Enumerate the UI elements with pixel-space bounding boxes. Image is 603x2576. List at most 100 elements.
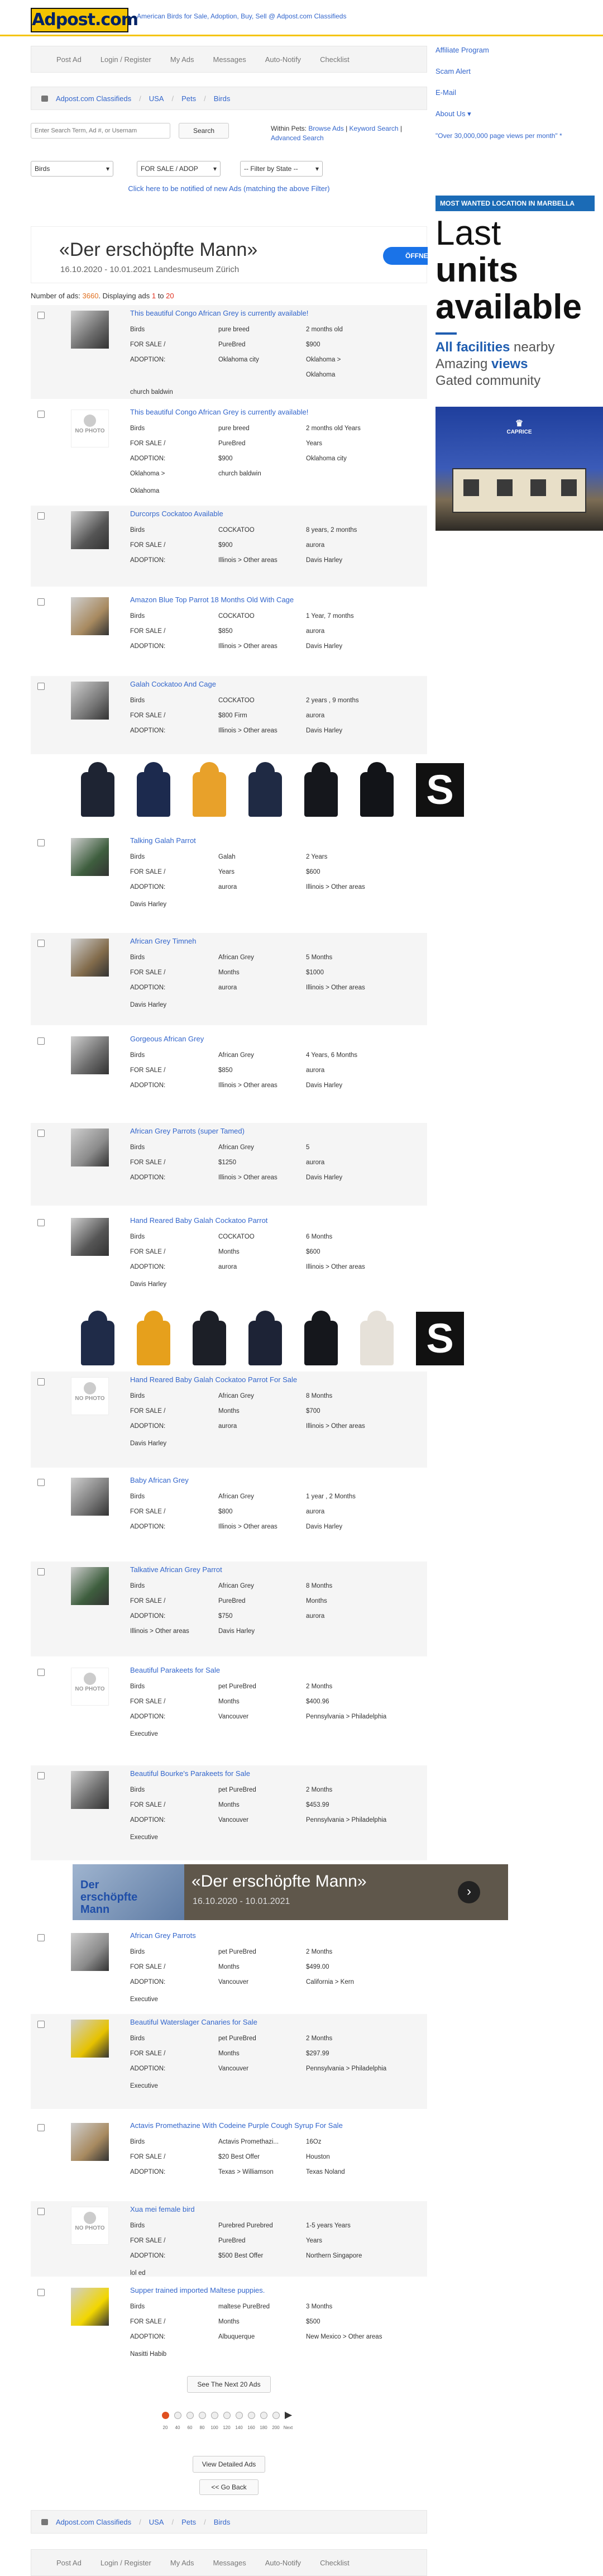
jacket-image[interactable] xyxy=(352,760,402,822)
type-select[interactable]: FOR SALE / ADOP ▾ xyxy=(137,161,221,177)
breadcrumb-pets[interactable]: Pets xyxy=(181,2518,196,2526)
page-dot[interactable] xyxy=(211,2412,218,2419)
nav-post-ad[interactable]: Post Ad xyxy=(56,2559,82,2567)
listing-checkbox[interactable] xyxy=(37,839,45,846)
listing-checkbox[interactable] xyxy=(37,1479,45,1486)
listing-checkbox[interactable] xyxy=(37,1219,45,1226)
nav-post-ad[interactable]: Post Ad xyxy=(56,55,82,64)
breadcrumb-usa[interactable]: USA xyxy=(149,2518,164,2526)
page-label[interactable]: 60 xyxy=(184,2425,195,2430)
listing-photo[interactable] xyxy=(71,2288,109,2326)
sidebar-about-us[interactable]: About Us ▾ xyxy=(436,109,586,118)
search-button[interactable]: Search xyxy=(179,123,229,139)
go-back-button[interactable]: << Go Back xyxy=(199,2479,259,2495)
listing-photo[interactable] xyxy=(71,2020,109,2058)
no-photo-icon[interactable]: NO PHOTO xyxy=(71,1377,109,1415)
browse-ads-link[interactable]: Browse Ads xyxy=(308,125,343,132)
listing-photo[interactable] xyxy=(71,1771,109,1809)
advanced-search-link[interactable]: Advanced Search xyxy=(271,134,324,142)
page-dot[interactable] xyxy=(248,2412,255,2419)
nav-login-register[interactable]: Login / Register xyxy=(100,55,151,64)
jacket-image[interactable] xyxy=(240,760,290,822)
listing-title[interactable]: African Grey Parrots (super Tamed) xyxy=(130,1127,245,1135)
nav-my-ads[interactable]: My Ads xyxy=(170,55,194,64)
breadcrumb-classifieds[interactable]: Adpost.com Classifieds xyxy=(56,2518,131,2526)
listing-photo[interactable] xyxy=(71,939,109,977)
listing-title[interactable]: Supper trained imported Maltese puppies. xyxy=(130,2286,265,2294)
view-detailed-button[interactable]: View Detailed Ads xyxy=(193,2456,265,2473)
search-input[interactable] xyxy=(31,123,170,139)
page-dot[interactable] xyxy=(174,2412,181,2419)
page-label[interactable]: 20 xyxy=(160,2425,171,2430)
listing-checkbox[interactable] xyxy=(37,2124,45,2131)
home-icon[interactable] xyxy=(41,2518,48,2525)
notify-link[interactable]: Click here to be notified of new Ads (ma… xyxy=(128,184,329,193)
breadcrumb-pets[interactable]: Pets xyxy=(181,94,196,103)
page-dot[interactable] xyxy=(186,2412,194,2419)
page-label[interactable]: Next xyxy=(283,2425,294,2430)
page-current-icon[interactable] xyxy=(162,2412,169,2419)
listing-checkbox[interactable] xyxy=(37,940,45,947)
listing-title[interactable]: This beautiful Congo African Grey is cur… xyxy=(130,309,308,317)
nav-messages[interactable]: Messages xyxy=(213,2559,246,2567)
brand-s-logo[interactable]: S xyxy=(416,1312,464,1365)
brand-s-logo[interactable]: S xyxy=(416,763,464,817)
keyword-search-link[interactable]: Keyword Search xyxy=(350,125,399,132)
jacket-image[interactable] xyxy=(73,760,123,822)
listing-title[interactable]: Baby African Grey xyxy=(130,1476,189,1484)
listing-checkbox[interactable] xyxy=(37,1669,45,1676)
listing-checkbox[interactable] xyxy=(37,312,45,319)
listing-checkbox[interactable] xyxy=(37,1130,45,1137)
listing-title[interactable]: Beautiful Waterslager Canaries for Sale xyxy=(130,2018,257,2026)
listing-photo[interactable] xyxy=(71,511,109,549)
jacket-image[interactable] xyxy=(296,1308,346,1371)
jacket-ad-strip[interactable]: S xyxy=(73,1308,508,1371)
next-arrow-icon[interactable] xyxy=(285,2412,292,2419)
nav-my-ads[interactable]: My Ads xyxy=(170,2559,194,2567)
jacket-image[interactable] xyxy=(184,760,234,822)
jacket-image[interactable] xyxy=(240,1308,290,1371)
listing-checkbox[interactable] xyxy=(37,598,45,606)
see-next-button[interactable]: See The Next 20 Ads xyxy=(187,2376,271,2393)
category-select[interactable]: Birds ▾ xyxy=(31,161,113,177)
page-dot[interactable] xyxy=(199,2412,206,2419)
listing-title[interactable]: Beautiful Parakeets for Sale xyxy=(130,1666,220,1674)
nav-checklist[interactable]: Checklist xyxy=(320,55,350,64)
most-wanted-banner[interactable]: MOST WANTED LOCATION IN MARBELLA xyxy=(436,196,595,211)
listing-photo[interactable] xyxy=(71,1478,109,1516)
listing-checkbox[interactable] xyxy=(37,1772,45,1779)
nav-messages[interactable]: Messages xyxy=(213,55,246,64)
nav-checklist[interactable]: Checklist xyxy=(320,2559,350,2567)
listing-title[interactable]: Xua mei female bird xyxy=(130,2205,195,2213)
jacket-image[interactable] xyxy=(73,1308,123,1371)
listing-photo[interactable] xyxy=(71,1933,109,1971)
jacket-image[interactable] xyxy=(128,1308,179,1371)
ad-banner-button[interactable]: ÖFFNEN xyxy=(383,247,433,265)
listing-title[interactable]: Beautiful Bourke's Parakeets for Sale xyxy=(130,1769,250,1778)
jacket-image[interactable] xyxy=(352,1308,402,1371)
no-photo-icon[interactable]: NO PHOTO xyxy=(71,2207,109,2245)
page-label[interactable]: 100 xyxy=(209,2425,220,2430)
state-select[interactable]: -- Filter by State -- ▾ xyxy=(240,161,323,177)
page-dot[interactable] xyxy=(272,2412,280,2419)
page-dot[interactable] xyxy=(260,2412,267,2419)
listing-photo[interactable] xyxy=(71,1218,109,1256)
page-label[interactable]: 120 xyxy=(221,2425,232,2430)
listing-checkbox[interactable] xyxy=(37,1378,45,1385)
nav-login-register[interactable]: Login / Register xyxy=(100,2559,151,2567)
listing-checkbox[interactable] xyxy=(37,683,45,690)
nav-auto-notify[interactable]: Auto-Notify xyxy=(265,2559,301,2567)
listing-photo[interactable] xyxy=(71,2123,109,2161)
page-label[interactable]: 200 xyxy=(270,2425,281,2430)
no-photo-icon[interactable]: NO PHOTO xyxy=(71,1668,109,1706)
inline-ad[interactable]: Der erschöpfte Mann «Der erschöpfte Mann… xyxy=(73,1864,508,1920)
listing-title[interactable]: Galah Cockatoo And Cage xyxy=(130,680,216,688)
listing-photo[interactable] xyxy=(71,311,109,349)
side-ad[interactable]: Last units available All facilities near… xyxy=(436,215,603,399)
nav-auto-notify[interactable]: Auto-Notify xyxy=(265,55,301,64)
listing-title[interactable]: African Grey Parrots xyxy=(130,1931,196,1940)
page-dot[interactable] xyxy=(236,2412,243,2419)
listing-photo[interactable] xyxy=(71,1129,109,1166)
listing-checkbox[interactable] xyxy=(37,2208,45,2215)
listing-photo[interactable] xyxy=(71,1567,109,1605)
